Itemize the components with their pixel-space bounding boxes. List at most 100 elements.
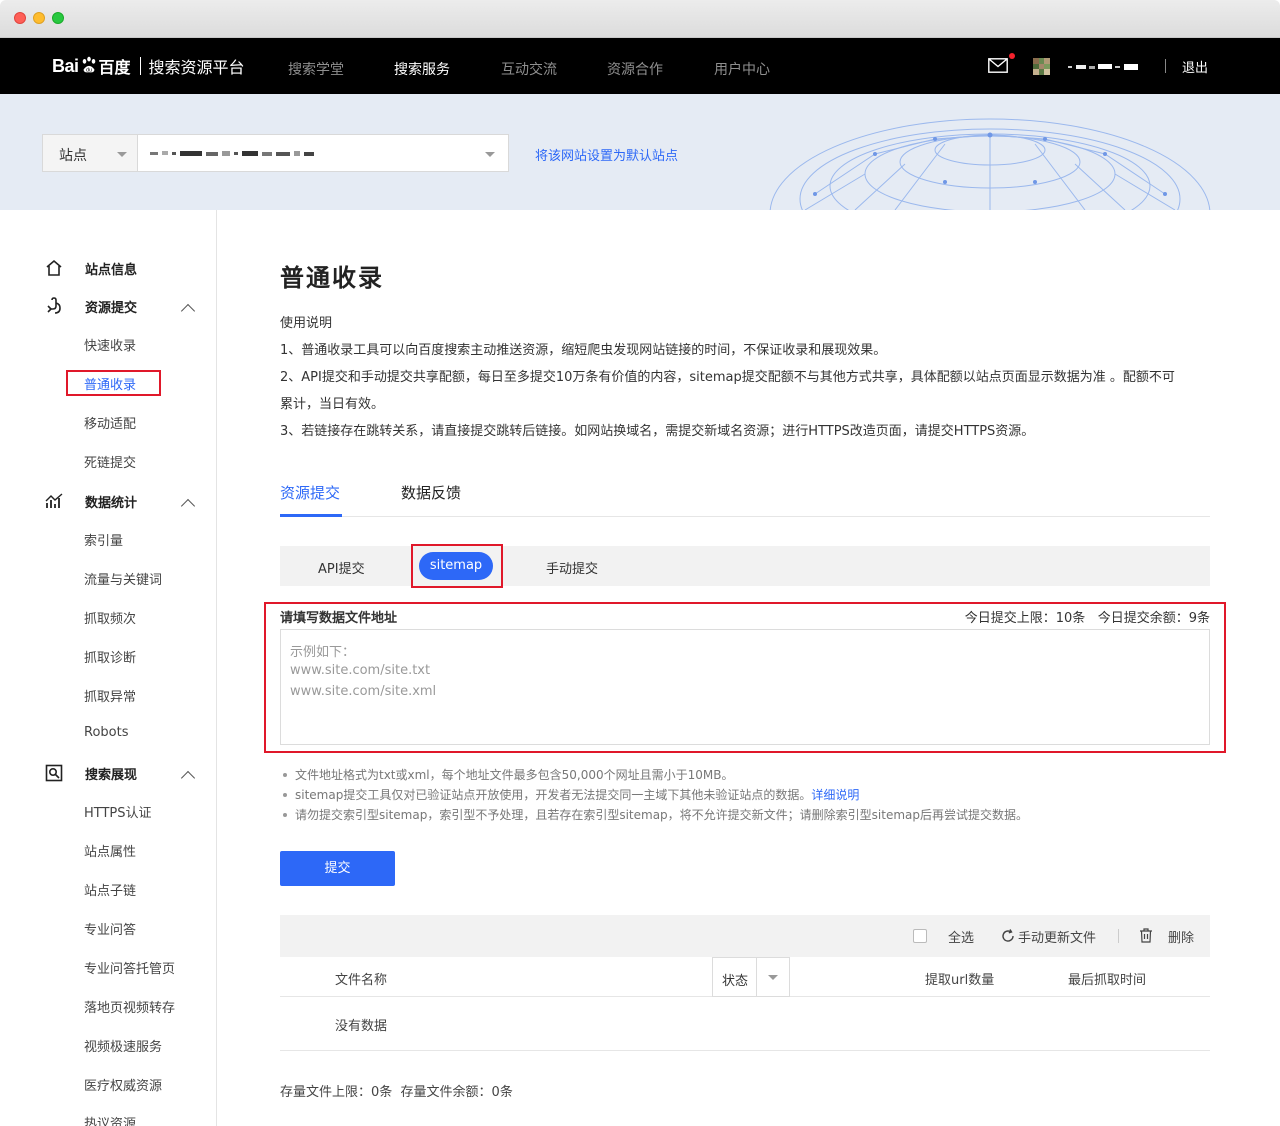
chevron-up-icon[interactable] — [180, 498, 196, 514]
logout-link[interactable]: 退出 — [1182, 57, 1208, 76]
active-item-highlight-box — [66, 370, 161, 396]
manual-update-button[interactable]: 手动更新文件 — [1018, 927, 1096, 946]
storage-info: 存量文件上限：0条 存量文件余额：0条 — [280, 1081, 513, 1100]
site-url-select[interactable] — [137, 134, 509, 172]
column-url-count: 提取url数量 — [925, 973, 995, 988]
sidebar-item-index-volume[interactable]: 索引量 — [84, 530, 123, 549]
delete-button[interactable]: 删除 — [1168, 927, 1194, 946]
active-tab-indicator — [280, 514, 342, 517]
usage-line: 2、API提交和手动提交共享配额，每日至多提交10万条有价值的内容，sitema… — [280, 370, 1175, 385]
sidebar-item-mobile-adapt[interactable]: 移动适配 — [84, 413, 136, 432]
details-link[interactable]: 详细说明 — [811, 788, 859, 802]
subtab-api[interactable]: API提交 — [318, 558, 365, 577]
sidebar-item-traffic-keywords[interactable]: 流量与关键词 — [84, 569, 162, 588]
home-icon — [44, 258, 64, 278]
username-redacted[interactable] — [1068, 63, 1138, 71]
trash-icon[interactable] — [1139, 928, 1153, 943]
globe-decoration — [769, 118, 1211, 210]
maximize-window-button[interactable] — [52, 12, 64, 24]
sidebar-item-crawl-errors[interactable]: 抓取异常 — [84, 686, 136, 705]
status-filter-label: 状态 — [722, 974, 749, 989]
select-all-label[interactable]: 全选 — [948, 927, 974, 946]
toolbar-divider — [1118, 929, 1119, 943]
logo-baidu-cn: 百度 — [98, 58, 131, 77]
sidebar-item-site-attributes[interactable]: 站点属性 — [84, 841, 136, 860]
tab-resource-submit[interactable]: 资源提交 — [280, 482, 340, 503]
paw-icon: du — [82, 56, 95, 73]
sitemap-highlight-box — [411, 544, 503, 588]
tip-item: sitemap提交工具仅对已验证站点开放使用，开发者无法提交同一主域下其他未验证… — [280, 785, 1028, 805]
submit-button[interactable]: 提交 — [280, 851, 395, 886]
column-file-name: 文件名称 — [335, 973, 388, 988]
logo-bai-text: Bai — [52, 55, 79, 76]
sidebar-item-expert-qa[interactable]: 专业问答 — [84, 919, 136, 938]
sidebar-item-crawl-diagnosis[interactable]: 抓取诊断 — [84, 647, 136, 666]
mail-icon[interactable] — [988, 58, 1008, 73]
tip-item: 请勿提交索引型sitemap，索引型不予处理，且若存在索引型sitemap，将不… — [280, 805, 1028, 825]
status-filter-select[interactable]: 状态 — [712, 957, 790, 997]
table-empty-row: 没有数据 — [280, 997, 1210, 1051]
chevron-down-icon — [768, 975, 778, 980]
site-type-select[interactable]: 站点 — [42, 134, 138, 172]
nav-divider — [1165, 59, 1166, 73]
subtab-manual[interactable]: 手动提交 — [546, 558, 598, 577]
minimize-window-button[interactable] — [33, 12, 45, 24]
sidebar-item-sitelinks[interactable]: 站点子链 — [84, 880, 136, 899]
placeholder-line: www.site.com/site.xml — [290, 684, 437, 699]
usage-line: 1、普通收录工具可以向百度搜索主动推送资源，缩短爬虫发现网站链接的时间，不保证收… — [280, 343, 887, 358]
quota-info: 今日提交上限：10条 今日提交余额：9条 — [965, 607, 1210, 626]
sidebar-group-label: 数据统计 — [85, 495, 138, 511]
baidu-logo[interactable]: Bai du 百度 搜索资源平台 — [52, 53, 245, 79]
sidebar-item-medical-authority[interactable]: 医疗权威资源 — [84, 1075, 162, 1094]
chevron-down-icon — [117, 152, 127, 157]
chart-icon — [44, 491, 64, 511]
main-tabs: 资源提交 数据反馈 — [280, 482, 1210, 517]
svg-text:du: du — [86, 67, 92, 73]
storage-limit: 存量文件上限：0条 — [280, 1085, 393, 1100]
search-display-icon — [44, 763, 64, 783]
chevron-up-icon[interactable] — [180, 770, 196, 786]
refresh-icon[interactable] — [1001, 929, 1015, 943]
tip-item: 文件地址格式为txt或xml，每个地址文件最多包含50,000个网址且需小于10… — [280, 765, 1028, 785]
storage-remaining: 存量文件余额：0条 — [400, 1085, 513, 1100]
main-content: 普通收录 使用说明 1、普通收录工具可以向百度搜索主动推送资源，缩短爬虫发现网站… — [218, 210, 1280, 1126]
nav-interaction[interactable]: 互动交流 — [501, 59, 557, 79]
usage-line: 3、若链接存在跳转关系，请直接提交跳转后链接。如网站换域名，需提交新域名资源；进… — [280, 424, 1035, 439]
sidebar-group-data-stats[interactable]: 数据统计 — [44, 491, 137, 511]
sidebar-item-https[interactable]: HTTPS认证 — [84, 802, 152, 821]
notification-dot — [1009, 53, 1015, 59]
sidebar-item-fast-index[interactable]: 快速收录 — [84, 335, 136, 354]
sidebar-item-crawl-frequency[interactable]: 抓取频次 — [84, 608, 136, 627]
sidebar-group-site-info[interactable]: 站点信息 — [44, 258, 137, 278]
nav-search-service[interactable]: 搜索服务 — [394, 59, 450, 79]
placeholder-line: www.site.com/site.txt — [290, 663, 431, 678]
sidebar-group-label: 站点信息 — [85, 262, 138, 278]
site-url-redacted — [150, 151, 314, 156]
sidebar-group-resource-submit[interactable]: 资源提交 — [44, 296, 137, 316]
sidebar-item-video-transfer[interactable]: 落地页视频转存 — [84, 997, 175, 1016]
nav-user-center[interactable]: 用户中心 — [714, 59, 770, 79]
sidebar-item-video-speed[interactable]: 视频极速服务 — [84, 1036, 162, 1055]
tab-data-feedback[interactable]: 数据反馈 — [401, 482, 461, 503]
logo-divider — [139, 57, 141, 75]
select-all-checkbox[interactable] — [913, 929, 927, 943]
sidebar-item-hot-topics[interactable]: 热议资源 — [84, 1113, 136, 1126]
sidebar-item-dead-link[interactable]: 死链提交 — [84, 452, 136, 471]
sidebar-group-search-display[interactable]: 搜索展现 — [44, 763, 137, 783]
avatar[interactable] — [1033, 58, 1050, 75]
close-window-button[interactable] — [14, 12, 26, 24]
sidebar-item-qa-hosting[interactable]: 专业问答托管页 — [84, 958, 175, 977]
daily-remaining: 今日提交余额：9条 — [1097, 611, 1210, 626]
site-selector-band: 站点 将该网站设置为默认站点 — [0, 94, 1280, 210]
set-default-site-link[interactable]: 将该网站设置为默认站点 — [535, 145, 678, 164]
site-type-label: 站点 — [59, 148, 87, 164]
sidebar: 站点信息 资源提交 快速收录 普通收录 移动适配 死链提交 数据统计 索引量 流… — [0, 210, 217, 1126]
table-toolbar: 全选 手动更新文件 删除 — [280, 915, 1210, 957]
usage-line: 累计，当日有效。 — [280, 397, 385, 412]
file-address-textarea[interactable]: 示例如下： www.site.com/site.txt www.site.com… — [280, 629, 1210, 745]
empty-message: 没有数据 — [335, 1019, 388, 1034]
nav-search-school[interactable]: 搜索学堂 — [288, 59, 344, 79]
nav-resource-cooperation[interactable]: 资源合作 — [607, 59, 663, 79]
chevron-up-icon[interactable] — [180, 303, 196, 319]
sidebar-item-robots[interactable]: Robots — [84, 725, 128, 740]
